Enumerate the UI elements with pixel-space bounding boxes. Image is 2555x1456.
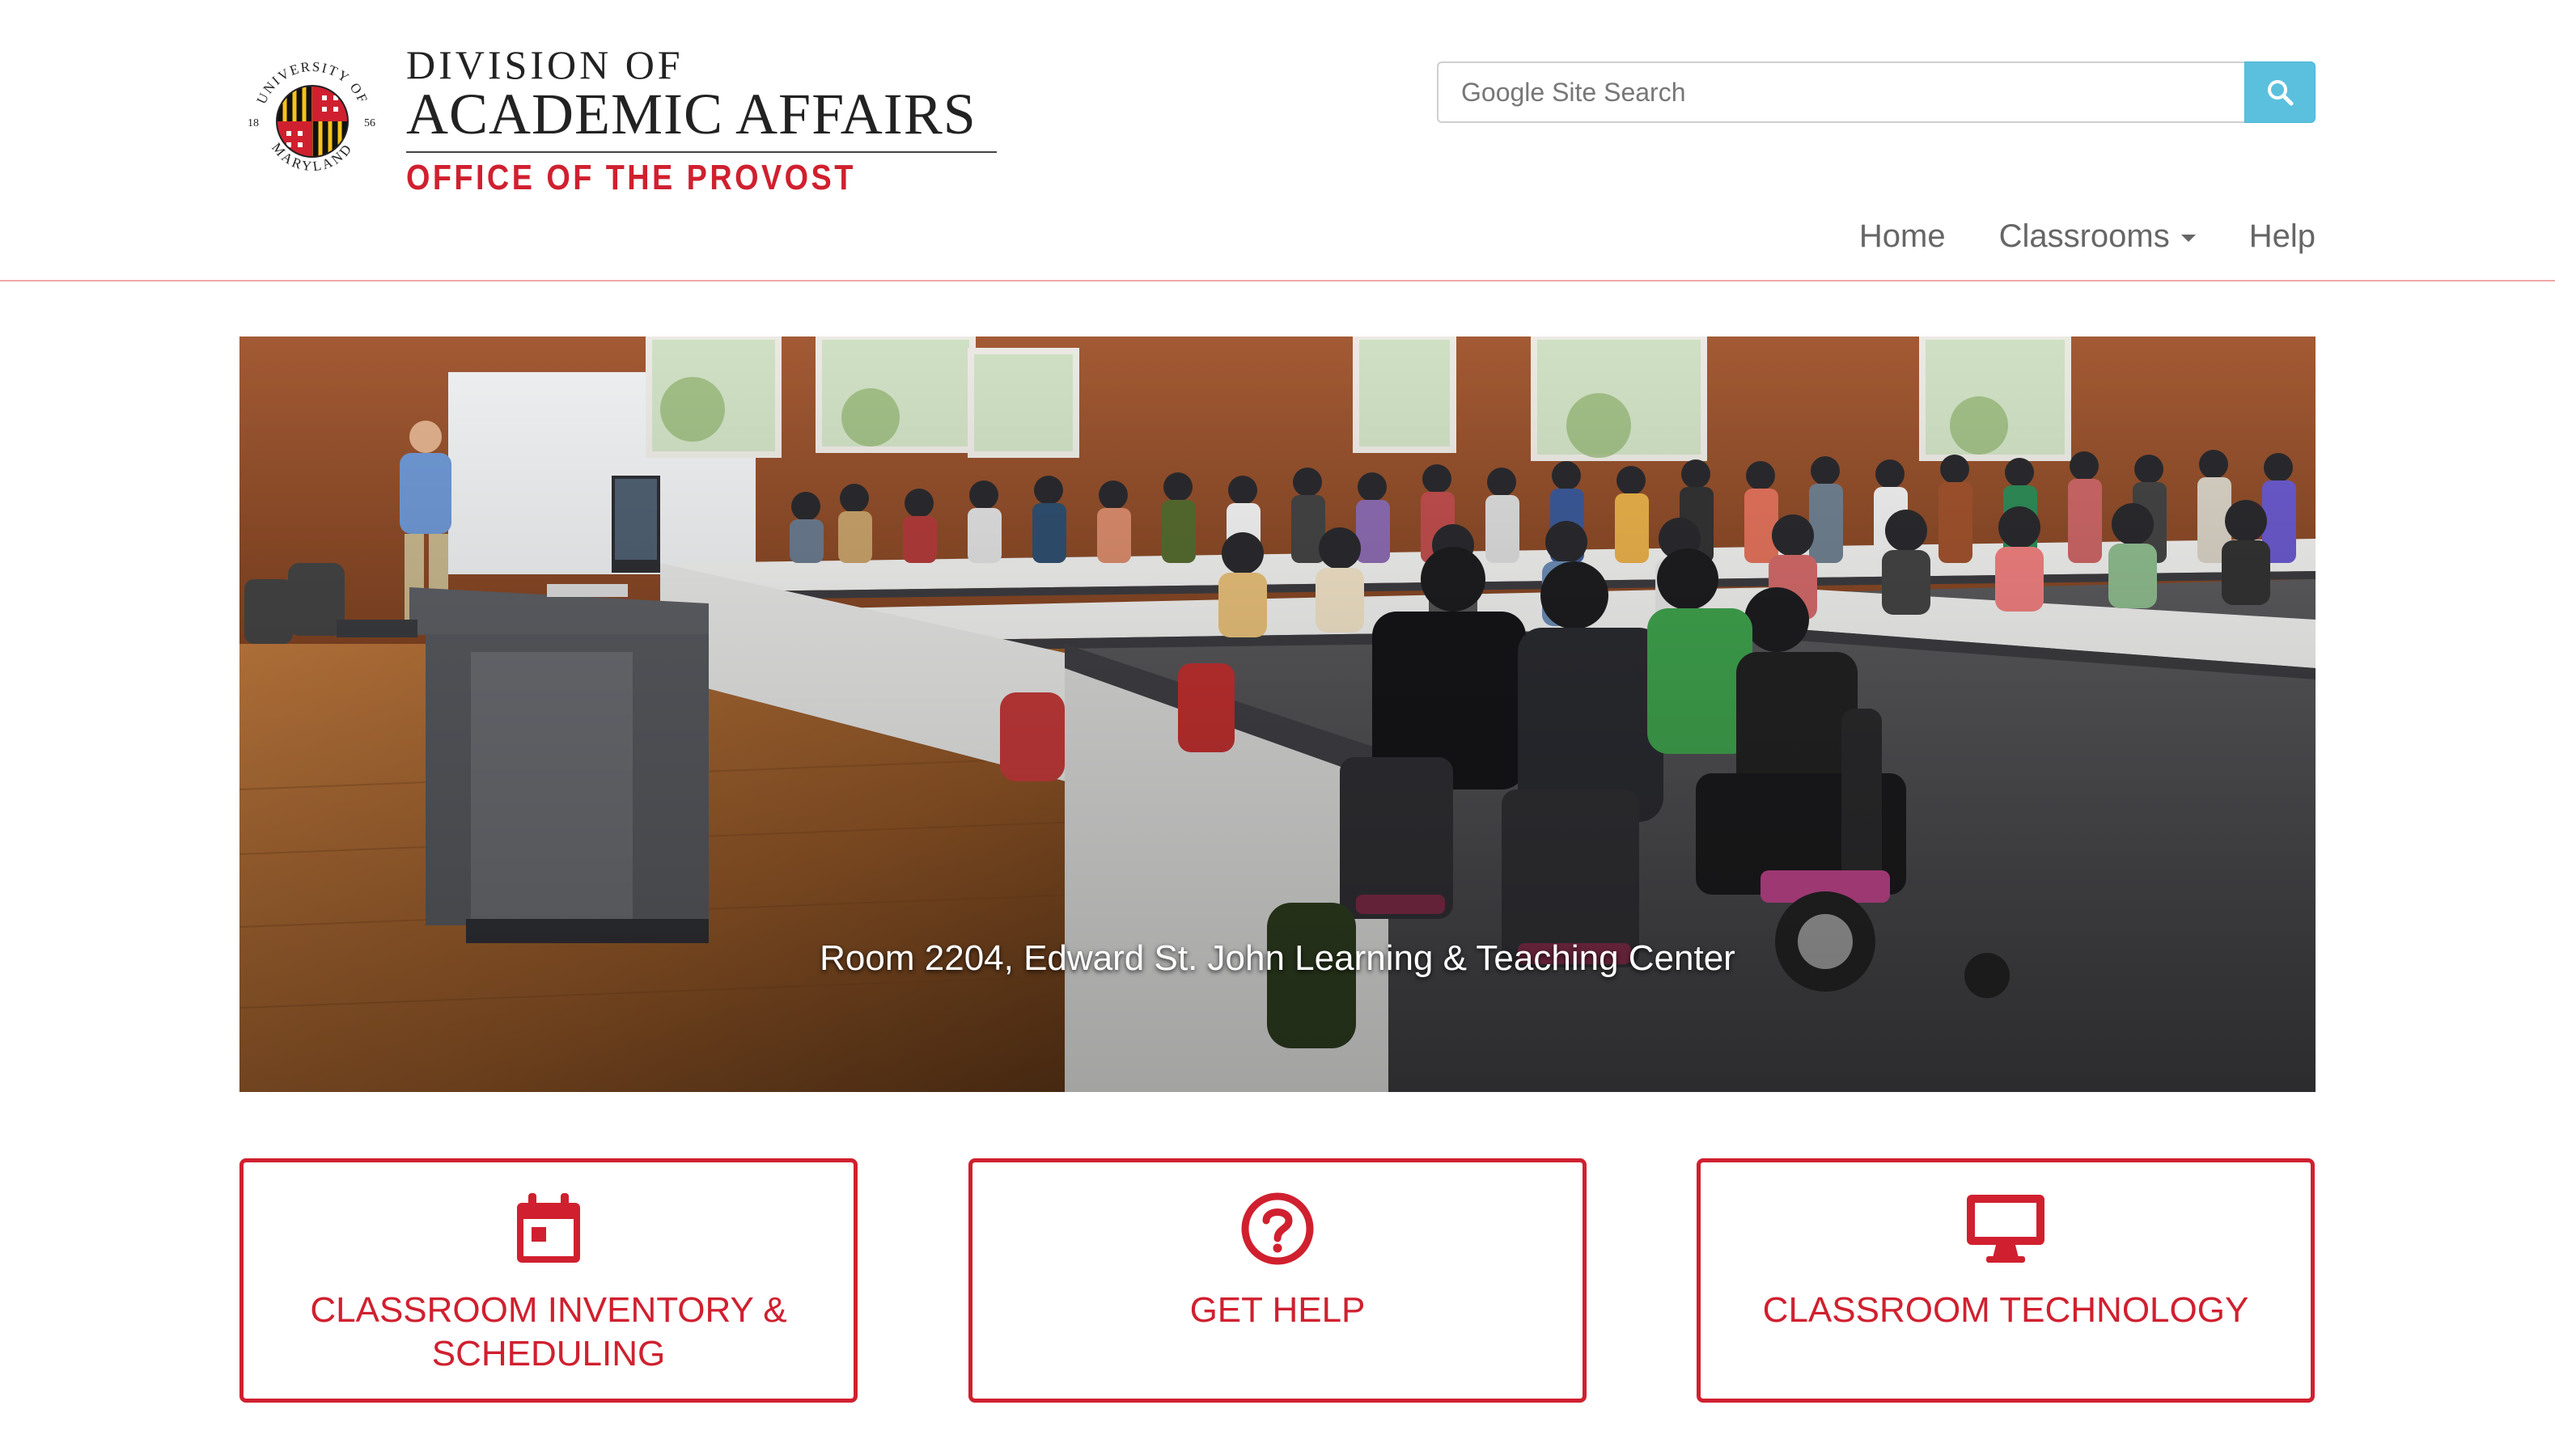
header-divider	[0, 280, 2555, 281]
university-seal-icon: UNIVERSITY OF MARYLAND 18 56	[243, 52, 382, 191]
monitor-icon	[1965, 1188, 2046, 1269]
site-search	[1437, 61, 2316, 123]
hero-caption: Room 2204, Edward St. John Learning & Te…	[820, 938, 1735, 978]
main-nav: Home Classrooms Help	[1859, 212, 2316, 260]
nav-home[interactable]: Home	[1859, 218, 1946, 255]
search-icon	[2268, 80, 2294, 106]
question-circle-icon	[1237, 1188, 1318, 1269]
classroom-technology-card[interactable]: CLASSROOM TECHNOLOGY	[1697, 1158, 2315, 1403]
nav-help[interactable]: Help	[2249, 218, 2316, 255]
nav-help-label: Help	[2248, 218, 2316, 254]
nav-classrooms-label: Classrooms	[1998, 218, 2170, 254]
nav-home-label: Home	[1858, 218, 1946, 254]
logo-wordmark: DIVISION OF ACADEMIC AFFAIRS OFFICE OF T…	[406, 44, 997, 197]
search-button[interactable]	[2244, 61, 2316, 123]
classroom-inventory-scheduling-card[interactable]: CLASSROOM INVENTORY & SCHEDULING	[239, 1158, 858, 1403]
caret-down-icon	[2180, 234, 2196, 242]
card-title-technology: CLASSROOM TECHNOLOGY	[1762, 1290, 2249, 1330]
logo-office-of-provost: OFFICE OF THE PROVOST	[406, 157, 856, 197]
site-logo[interactable]: UNIVERSITY OF MARYLAND 18 56 DIVISION OF…	[238, 40, 998, 202]
logo-division: DIVISION OF	[406, 42, 684, 88]
logo-academic-affairs: ACADEMIC AFFAIRS	[406, 84, 997, 153]
card-title-help: GET HELP	[1189, 1290, 1366, 1330]
card-title-inventory: CLASSROOM INVENTORY & SCHEDULING	[310, 1290, 787, 1373]
get-help-card[interactable]: GET HELP	[968, 1158, 1587, 1403]
search-input[interactable]	[1437, 61, 2245, 123]
calendar-icon	[508, 1188, 589, 1269]
seal-year-right: 56	[364, 117, 375, 129]
seal-year-left: 18	[248, 117, 259, 129]
nav-classrooms-dropdown[interactable]: Classrooms	[1999, 218, 2196, 255]
hero-banner: Room 2204, Edward St. John Learning & Te…	[239, 336, 2316, 1092]
